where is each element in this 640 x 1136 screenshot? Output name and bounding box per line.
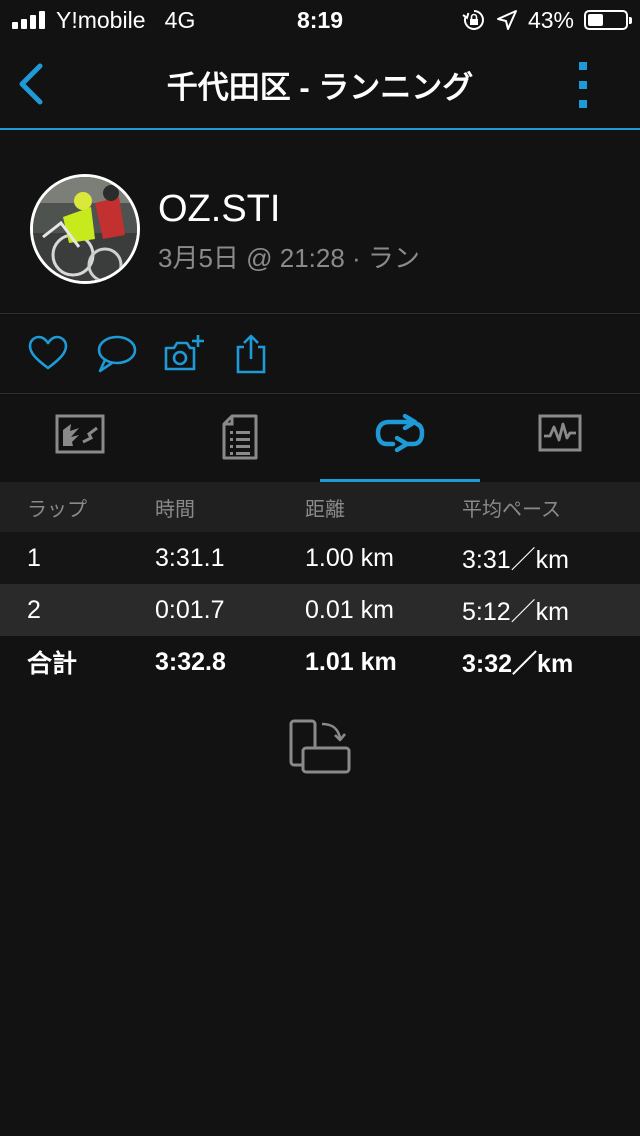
user-name[interactable]: OZ.STI bbox=[158, 188, 280, 231]
lap-time: 3:31.1 bbox=[155, 532, 305, 584]
lap-distance: 0.01 km bbox=[305, 584, 462, 636]
laps-header-row: ラップ 時間 距離 平均ペース bbox=[0, 482, 640, 532]
tab-map[interactable] bbox=[0, 394, 160, 482]
lap-avg-pace: 3:31／km bbox=[462, 532, 640, 584]
more-options-icon[interactable] bbox=[572, 62, 596, 108]
stats-tab-icon bbox=[222, 414, 258, 460]
col-header-avg-pace: 平均ペース bbox=[462, 482, 640, 532]
camera-add-icon[interactable] bbox=[162, 332, 206, 376]
laps-total-row: 合計 3:32.8 1.01 km 3:32／km bbox=[0, 636, 640, 688]
comment-icon[interactable] bbox=[94, 332, 138, 376]
tab-charts[interactable] bbox=[480, 394, 640, 482]
battery-percent: 43% bbox=[527, 6, 574, 33]
laps-tab-icon bbox=[375, 414, 425, 453]
location-arrow-icon bbox=[496, 10, 517, 30]
lap-time: 0:01.7 bbox=[155, 584, 305, 636]
heart-icon[interactable] bbox=[26, 332, 70, 376]
tab-laps[interactable] bbox=[320, 394, 480, 482]
lap-avg-pace: 5:12／km bbox=[462, 584, 640, 636]
action-row bbox=[0, 314, 640, 394]
total-distance: 1.01 km bbox=[305, 636, 462, 688]
total-avg-pace: 3:32／km bbox=[462, 636, 640, 688]
total-time: 3:32.8 bbox=[155, 636, 305, 688]
lap-row[interactable]: 1 3:31.1 1.00 km 3:31／km bbox=[0, 532, 640, 584]
lap-distance: 1.00 km bbox=[305, 532, 462, 584]
laps-table: ラップ 時間 距離 平均ペース 1 3:31.1 1.00 km 3:31／km… bbox=[0, 482, 640, 688]
total-label: 合計 bbox=[0, 636, 155, 688]
status-right: 43% bbox=[462, 6, 632, 34]
map-tab-icon bbox=[55, 414, 105, 454]
orientation-lock-icon bbox=[462, 10, 484, 30]
status-bar: Y!mobile 4G 8:19 43% bbox=[0, 0, 640, 40]
activity-meta: 3月5日 @ 21:28 · ラン bbox=[158, 243, 420, 273]
charts-tab-icon bbox=[538, 414, 582, 452]
col-header-time: 時間 bbox=[155, 482, 305, 532]
avatar-photo bbox=[33, 177, 137, 281]
nav-bar: 千代田区 - ランニング bbox=[0, 40, 640, 130]
battery-icon bbox=[584, 10, 632, 30]
activity-tabs bbox=[0, 394, 640, 482]
lap-row[interactable]: 2 0:01.7 0.01 km 5:12／km bbox=[0, 584, 640, 636]
rotate-device-icon[interactable] bbox=[288, 718, 352, 776]
avatar[interactable] bbox=[30, 174, 140, 284]
share-icon[interactable] bbox=[229, 332, 273, 376]
col-header-lap: ラップ bbox=[0, 482, 155, 532]
lap-number: 1 bbox=[0, 532, 155, 584]
tab-stats[interactable] bbox=[160, 394, 320, 482]
lap-number: 2 bbox=[0, 584, 155, 636]
activity-owner: OZ.STI 3月5日 @ 21:28 · ラン bbox=[0, 130, 640, 314]
page-title: 千代田区 - ランニング bbox=[166, 70, 474, 105]
col-header-distance: 距離 bbox=[305, 482, 462, 532]
